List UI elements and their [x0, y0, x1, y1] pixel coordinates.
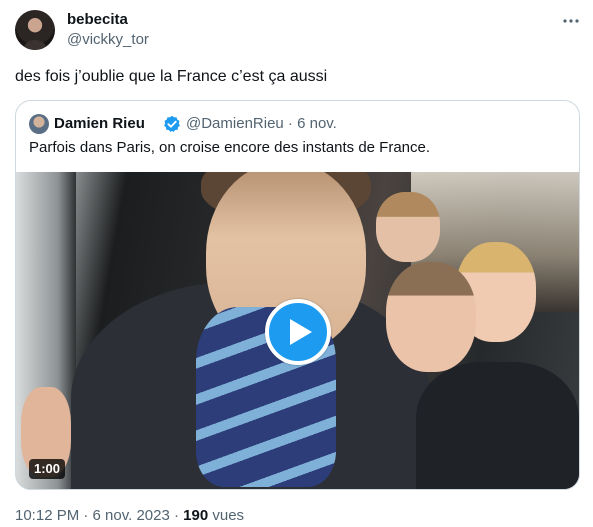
- video-frame-boy: [386, 262, 476, 372]
- views-count: 190: [183, 507, 209, 524]
- video-frame-coat: [416, 362, 579, 489]
- video-frame-boy: [376, 192, 440, 262]
- author-avatar[interactable]: [15, 10, 55, 50]
- author-handle[interactable]: @vickky_tor: [67, 31, 149, 49]
- video-player[interactable]: 1:00: [16, 172, 579, 489]
- play-button[interactable]: [265, 299, 331, 365]
- quoted-author-name[interactable]: Damien Rieu: [54, 115, 145, 133]
- quoted-tweet[interactable]: Damien Rieu @DamienRieu · 6 nov. Parfois…: [15, 100, 580, 490]
- views-label: vues: [208, 507, 245, 524]
- tweet-timestamp[interactable]: 10:12 PM · 6 nov. 2023 ·: [15, 507, 183, 524]
- more-horizontal-icon: [563, 19, 579, 23]
- video-duration-badge: 1:00: [29, 459, 66, 479]
- play-icon: [289, 319, 312, 345]
- quoted-tweet-text: Parfois dans Paris, on croise encore des…: [29, 139, 431, 156]
- tweet-metadata: 10:12 PM · 6 nov. 2023 · 190 vues: [15, 507, 244, 525]
- more-options-button[interactable]: [562, 12, 580, 30]
- quoted-handle-date[interactable]: @DamienRieu · 6 nov.: [186, 115, 337, 133]
- author-name[interactable]: bebecita: [67, 11, 128, 29]
- quoted-author-avatar[interactable]: [29, 114, 49, 134]
- verified-badge-icon: [164, 115, 180, 132]
- tweet-text: des fois j’oublie que la France c’est ça…: [15, 68, 328, 85]
- tweet: bebecita @vickky_tor des fois j’oublie q…: [0, 0, 593, 527]
